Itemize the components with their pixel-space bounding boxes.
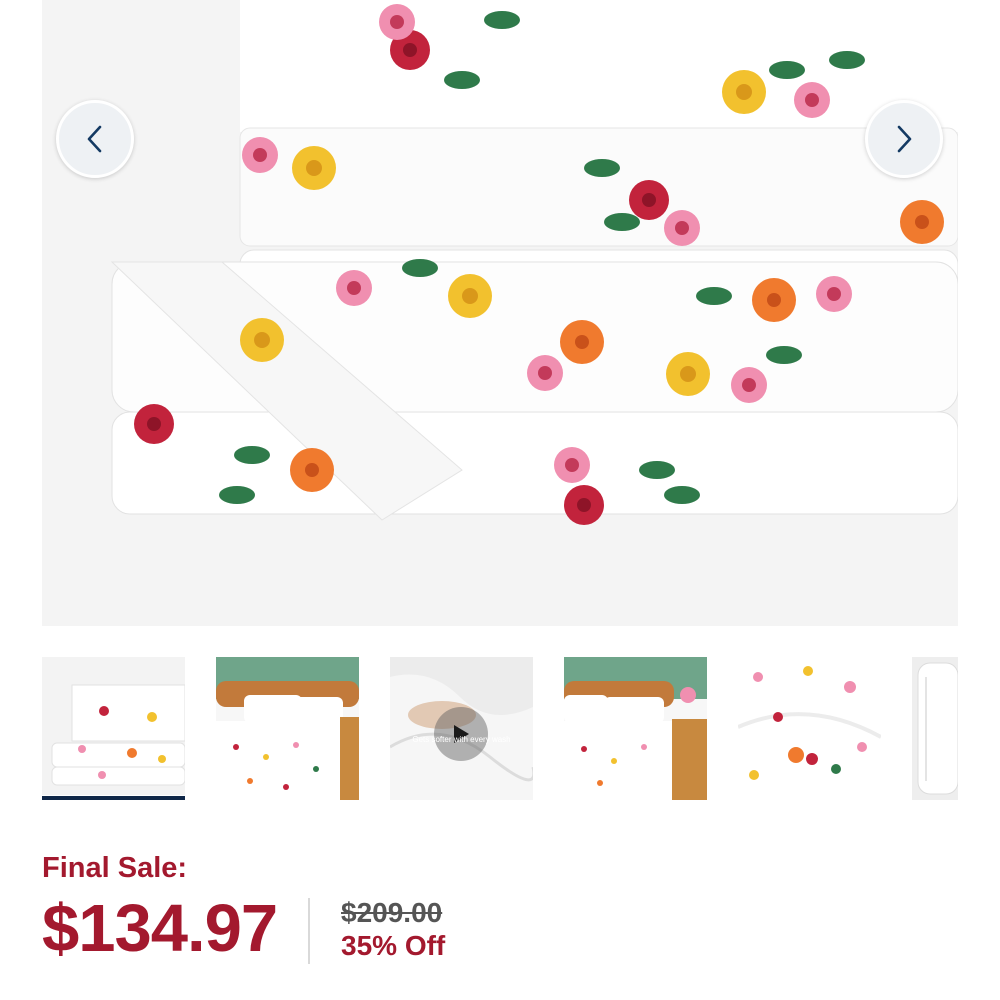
sale-price: $134.97 [42, 891, 278, 966]
gallery-next-button[interactable] [865, 100, 943, 178]
thumbnail-1[interactable] [42, 657, 185, 800]
play-button[interactable] [434, 707, 488, 761]
active-thumbnail-indicator [42, 796, 185, 800]
thumbnail-folded-sheets-image [42, 657, 185, 795]
thumbnail-6[interactable] [912, 657, 958, 800]
original-price: $209.00 [341, 897, 443, 928]
final-sale-label: Final Sale: [42, 852, 188, 884]
thumbnail-sheet-closeup-image [738, 657, 881, 800]
video-caption: Gets softer with every wash [412, 735, 511, 744]
chevron-right-icon [897, 125, 912, 153]
gallery-prev-button[interactable] [56, 100, 134, 178]
discount-badge: 35% Off [341, 930, 446, 961]
thumbnail-bedroom-image-2 [564, 657, 707, 800]
thumbnail-bedroom-image [216, 657, 359, 800]
thumbnail-strip: Gets softer with every wash [42, 657, 958, 803]
thumbnail-fitted-sheet-image [912, 657, 958, 800]
thumbnail-5[interactable] [738, 657, 881, 800]
chevron-left-icon [87, 125, 102, 153]
thumbnail-2[interactable] [216, 657, 359, 800]
main-product-image[interactable] [42, 0, 958, 626]
price-divider [308, 898, 310, 964]
thumbnail-3-video[interactable]: Gets softer with every wash [390, 657, 533, 800]
thumbnail-4[interactable] [564, 657, 707, 800]
floral-sheets-illustration [42, 0, 958, 626]
